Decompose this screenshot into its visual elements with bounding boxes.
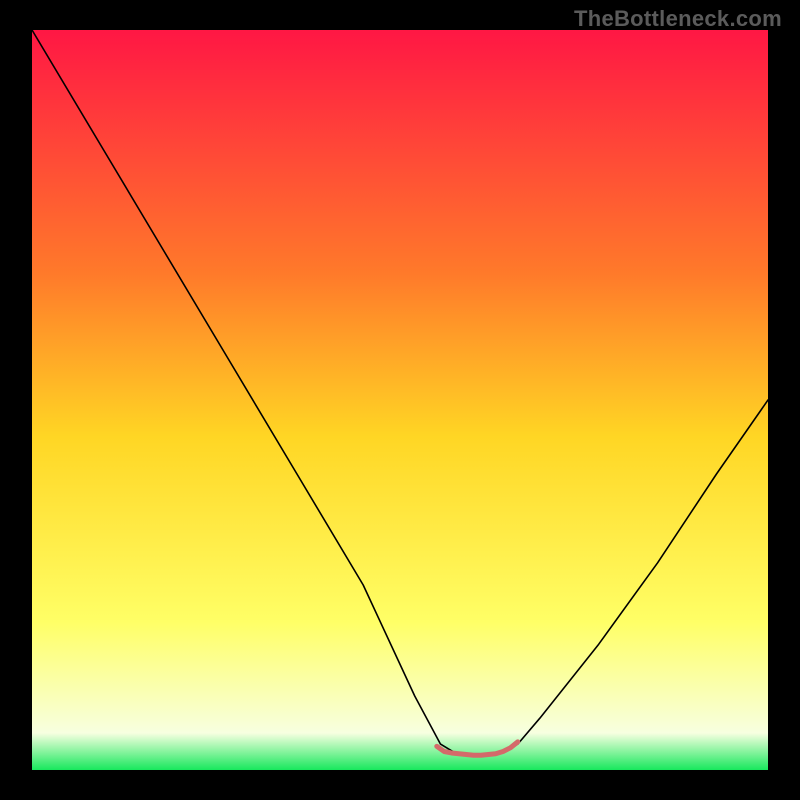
- gradient-background: [32, 30, 768, 770]
- chart-svg: [32, 30, 768, 770]
- watermark-text: TheBottleneck.com: [574, 6, 782, 32]
- chart-plot-area: [32, 30, 768, 770]
- chart-frame: TheBottleneck.com: [0, 0, 800, 800]
